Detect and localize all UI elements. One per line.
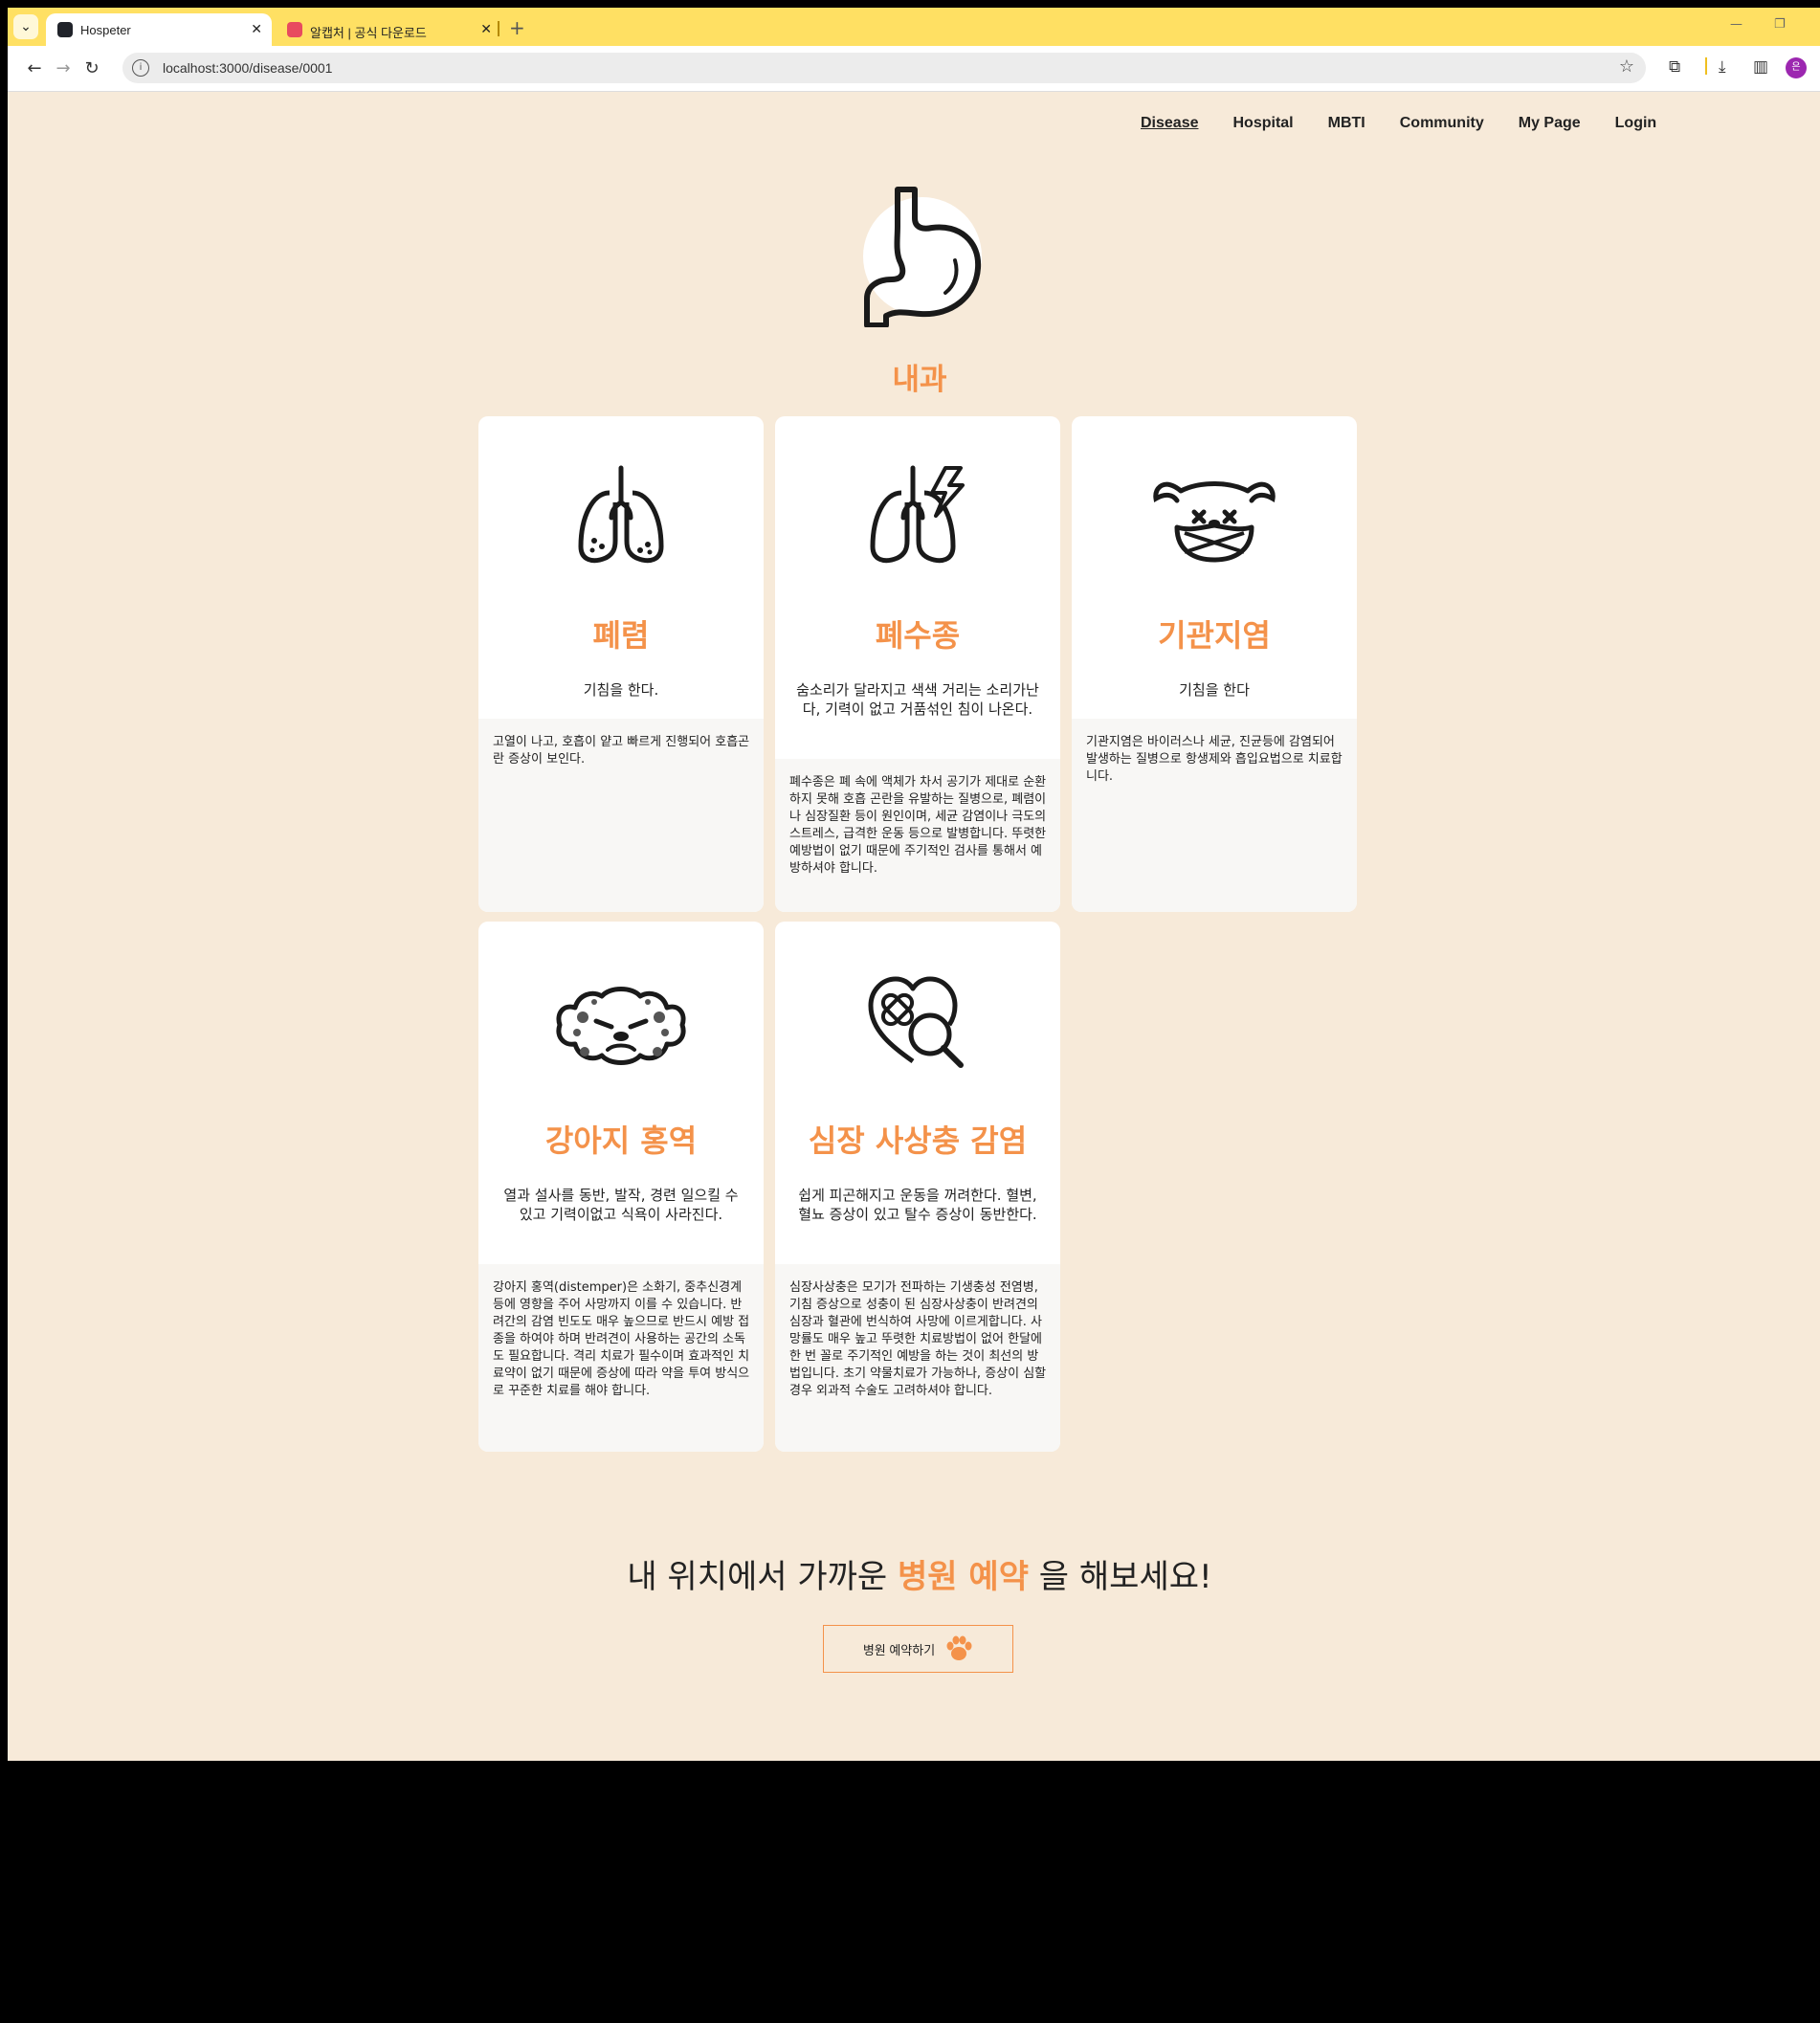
address-bar[interactable]: i localhost:3000/disease/0001 ☆ xyxy=(122,53,1646,83)
top-nav: Disease Hospital MBTI Community My Page … xyxy=(1141,115,1691,132)
tab-alcapture[interactable]: 알캡처 | 공식 다운로드 ✕ xyxy=(276,13,501,46)
disease-summary: 기침을 한다 xyxy=(1179,681,1250,699)
download-icon[interactable]: ⤓ xyxy=(1719,57,1726,77)
disease-card[interactable]: 폐렴 기침을 한다. 고열이 나고, 호흡이 얕고 빠르게 진행되어 호흡곤란 … xyxy=(478,416,764,912)
stomach-icon xyxy=(863,187,982,327)
restore-icon[interactable]: ❐ xyxy=(1774,17,1786,32)
infected-lungs-icon xyxy=(578,465,664,564)
close-icon[interactable]: ✕ xyxy=(251,21,262,37)
tab-hospeter[interactable]: Hospeter ✕ xyxy=(46,13,272,46)
url-text[interactable]: localhost:3000/disease/0001 xyxy=(163,60,332,76)
cta-prefix: 내 위치에서 가까운 xyxy=(627,1558,899,1596)
profile-avatar[interactable]: 은 xyxy=(1786,57,1807,78)
nav-community[interactable]: Community xyxy=(1400,115,1484,132)
reload-icon[interactable]: ↻ xyxy=(78,56,105,82)
nav-login[interactable]: Login xyxy=(1615,115,1657,132)
lungs-lightning-icon xyxy=(870,465,965,564)
hospital-reservation-button[interactable]: 병원 예약하기 xyxy=(823,1625,1013,1673)
tab-title: 알캡처 | 공식 다운로드 xyxy=(310,26,427,40)
close-icon[interactable]: ✕ xyxy=(480,21,492,37)
disease-summary: 숨소리가 달라지고 색색 거리는 소리가난다, 기력이 없고 거품섞인 침이 나… xyxy=(796,681,1039,718)
department-title: 내과 xyxy=(892,363,947,397)
nav-mbti[interactable]: MBTI xyxy=(1328,115,1365,132)
disease-name: 강아지 홍역 xyxy=(544,1123,698,1159)
disease-name: 기관지염 xyxy=(1158,617,1271,654)
cta-suffix: 을 해보세요! xyxy=(1028,1558,1212,1596)
browser-toolbar: ← → ↻ i localhost:3000/disease/0001 ☆ ⧉ … xyxy=(8,46,1820,92)
disease-detail: 강아지 홍역(distemper)은 소화기, 중추신경계 등에 영향을 주어 … xyxy=(478,1264,764,1452)
nav-disease[interactable]: Disease xyxy=(1141,115,1199,132)
disease-summary: 열과 설사를 동반, 발작, 경련 일으킬 수 있고 기력이없고 식욕이 사라진… xyxy=(503,1187,739,1223)
sick-dog-face-icon xyxy=(556,987,686,1065)
cta-highlight: 병원 예약 xyxy=(898,1558,1029,1596)
nav-hospital[interactable]: Hospital xyxy=(1233,115,1294,132)
tab-search-button[interactable]: ⌄ xyxy=(13,14,38,39)
nav-mypage[interactable]: My Page xyxy=(1519,115,1581,132)
dog-mask-icon xyxy=(1153,481,1276,563)
extensions-icon[interactable]: ⧉ xyxy=(1669,57,1680,77)
disease-detail: 고열이 나고, 호흡이 얕고 빠르게 진행되어 호흡곤란 증상이 보인다. xyxy=(478,719,764,912)
heart-magnifier-icon xyxy=(868,976,964,1068)
paw-icon xyxy=(946,1635,972,1660)
toolbar-divider xyxy=(1705,57,1707,75)
react-icon xyxy=(57,22,73,37)
disease-card[interactable]: 폐수종 숨소리가 달라지고 색색 거리는 소리가난다, 기력이 없고 거품섞인 … xyxy=(775,416,1060,912)
sidepanel-icon[interactable]: ▥ xyxy=(1753,57,1768,77)
reservation-prompt: 내 위치에서 가까운 병원 예약 을 해보세요! xyxy=(8,1550,1820,1597)
disease-card[interactable]: 심장 사상충 감염 쉽게 피곤해지고 운동을 꺼려한다. 혈변, 혈뇨 증상이 … xyxy=(775,922,1060,1452)
disease-name: 심장 사상충 감염 xyxy=(808,1123,1028,1159)
disease-name: 폐수종 xyxy=(875,617,961,654)
disease-detail: 심장사상충은 모기가 전파하는 기생충성 전염병, 기침 증상으로 성충이 된 … xyxy=(775,1264,1060,1452)
disease-detail: 폐수종은 폐 속에 액체가 차서 공기가 제대로 순환하지 못해 호흡 곤란을 … xyxy=(775,759,1060,912)
browser-window: ⌄ Hospeter ✕ 알캡처 | 공식 다운로드 ✕ + — ❐ ← → ↻… xyxy=(8,8,1820,1761)
new-tab-button[interactable]: + xyxy=(509,16,525,39)
disease-card[interactable]: 강아지 홍역 열과 설사를 동반, 발작, 경련 일으킬 수 있고 기력이없고 … xyxy=(478,922,764,1452)
disease-card[interactable]: 기관지염 기침을 한다 기관지염은 바이러스나 세균, 진균등에 감염되어 발생… xyxy=(1072,416,1357,912)
disease-name: 폐렴 xyxy=(592,617,650,654)
disease-summary: 쉽게 피곤해지고 운동을 꺼려한다. 혈변, 혈뇨 증상이 있고 탈수 증상이 … xyxy=(798,1187,1037,1223)
minimize-icon[interactable]: — xyxy=(1730,17,1742,32)
disease-detail: 기관지염은 바이러스나 세균, 진균등에 감염되어 발생하는 질병으로 항생제와… xyxy=(1072,719,1357,912)
page-content: Disease Hospital MBTI Community My Page … xyxy=(8,92,1820,1761)
alcapture-icon xyxy=(287,22,302,37)
reservation-button-label: 병원 예약하기 xyxy=(862,1642,936,1657)
site-info-icon[interactable]: i xyxy=(132,59,149,77)
disease-summary: 기침을 한다. xyxy=(583,681,659,699)
tab-strip: ⌄ Hospeter ✕ 알캡처 | 공식 다운로드 ✕ + — ❐ xyxy=(8,8,1820,46)
forward-icon[interactable]: → xyxy=(50,56,77,82)
bookmark-star-icon[interactable]: ☆ xyxy=(1619,56,1634,77)
tab-separator xyxy=(498,21,499,36)
tab-title: Hospeter xyxy=(80,23,131,37)
back-icon[interactable]: ← xyxy=(21,56,48,82)
